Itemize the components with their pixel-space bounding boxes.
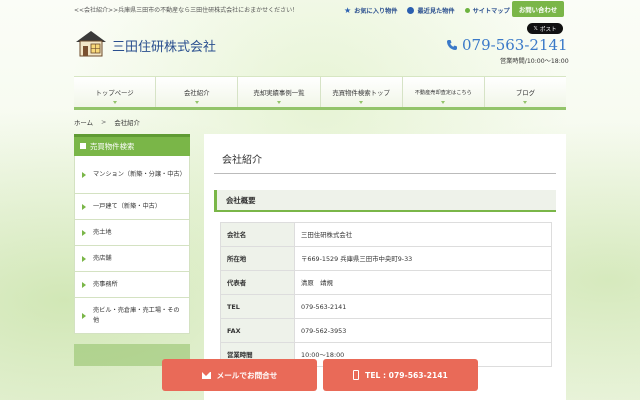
nav-item-sales-results[interactable]: 売却実績事例一覧 [237, 77, 319, 107]
header-phone[interactable]: 079-563-2141 [446, 36, 568, 54]
global-nav: トップページ 会社紹介 売却実績事例一覧 売買物件検索トップ 不動産売却査定はこ… [74, 76, 566, 110]
nav-item-appraisal[interactable]: 不動産売却査定はこちら [401, 77, 484, 107]
site-tagline: <<会社紹介>>兵庫県三田市の不動産なら三田住研株式会社におまかせください！ [74, 7, 299, 14]
page-title: 会社紹介 [214, 144, 556, 174]
mobile-phone-icon [353, 370, 360, 380]
sidebar: 売買物件検索 マンション（新築・分譲・中古） 一戸建て（新築・中古） 売土地 売… [74, 134, 190, 334]
favorites-link[interactable]: ★ お気に入り物件 [344, 6, 397, 15]
x-post-label: ポスト [539, 26, 557, 33]
nav-item-top[interactable]: トップページ [74, 77, 155, 107]
row-key: FAX [220, 318, 295, 343]
mail-inquiry-button[interactable]: メールでお問合せ [162, 359, 317, 391]
company-info-table: 会社名 三田住研株式会社 所在地 〒669-1529 兵庫県三田市中央町9-33… [220, 222, 552, 367]
table-row: 所在地 〒669-1529 兵庫県三田市中央町9-33 [220, 246, 552, 271]
x-post-button[interactable]: 𝕏 ポスト [527, 23, 563, 34]
sitemap-link[interactable]: サイトマップ [464, 6, 510, 15]
row-value: 清原 靖規 [294, 270, 552, 295]
sidebar-item-store[interactable]: 売店舗 [74, 246, 190, 272]
sidebar-item-mansion[interactable]: マンション（新築・分譲・中古） [74, 156, 190, 194]
nav-item-blog[interactable]: ブログ [483, 77, 566, 107]
breadcrumb-current: 会社紹介 [114, 119, 140, 127]
tel-button[interactable]: TEL : 079-563-2141 [323, 359, 478, 391]
recently-viewed-link-label: 最近見た物件 [417, 8, 455, 15]
row-value: 079-562-3953 [294, 318, 552, 343]
favorites-link-label: お気に入り物件 [354, 8, 398, 15]
row-key: 所在地 [220, 246, 295, 271]
section-heading: 会社概要 [214, 190, 556, 212]
company-logo-icon[interactable] [74, 28, 108, 58]
header-phone-number: 079-563-2141 [462, 36, 568, 54]
table-row: FAX 079-562-3953 [220, 318, 552, 343]
business-hours: 営業時間/10:00～18:00 [500, 58, 569, 65]
table-row: 代表者 清原 靖規 [220, 270, 552, 295]
sidebar-item-building[interactable]: 売ビル・売倉庫・売工場・その他 [74, 298, 190, 334]
star-icon: ★ [344, 5, 352, 15]
tel-button-label: TEL : 079-563-2141 [365, 370, 448, 380]
table-row: TEL 079-563-2141 [220, 294, 552, 319]
nav-item-property-search[interactable]: 売買物件検索トップ [319, 77, 402, 107]
row-key: TEL [220, 294, 295, 319]
sidebar-item-office[interactable]: 売事務所 [74, 272, 190, 298]
breadcrumb: ホーム > 会社紹介 [74, 118, 140, 127]
recently-viewed-link[interactable]: 最近見た物件 [407, 6, 455, 15]
sitemap-link-label: サイトマップ [472, 8, 510, 15]
mail-inquiry-label: メールでお問合せ [216, 370, 278, 380]
inquiry-button[interactable]: お問い合わせ [512, 1, 564, 17]
top-links: ★ お気に入り物件 最近見た物件 サイトマップ [344, 6, 510, 15]
breadcrumb-separator: > [100, 118, 107, 126]
row-key: 代表者 [220, 270, 295, 295]
table-row: 会社名 三田住研株式会社 [220, 222, 552, 247]
row-value: 〒669-1529 兵庫県三田市中央町9-33 [294, 246, 552, 271]
top-bar: <<会社紹介>>兵庫県三田市の不動産なら三田住研株式会社におまかせください！ ★… [0, 0, 640, 20]
company-name[interactable]: 三田住研株式会社 [112, 36, 216, 55]
sidebar-heading: 売買物件検索 [74, 134, 190, 156]
sidebar-item-land[interactable]: 売土地 [74, 220, 190, 246]
row-value: 079-563-2141 [294, 294, 552, 319]
dot-icon [464, 8, 470, 13]
row-value: 三田住研株式会社 [294, 222, 552, 247]
nav-item-company[interactable]: 会社紹介 [155, 77, 237, 107]
row-key: 会社名 [220, 222, 295, 247]
phone-icon [447, 40, 457, 50]
sidebar-item-house[interactable]: 一戸建て（新築・中古） [74, 194, 190, 220]
breadcrumb-home[interactable]: ホーム [74, 118, 93, 127]
x-logo-icon: 𝕏 [533, 25, 538, 32]
clock-icon [407, 7, 415, 14]
mail-icon [201, 371, 211, 379]
